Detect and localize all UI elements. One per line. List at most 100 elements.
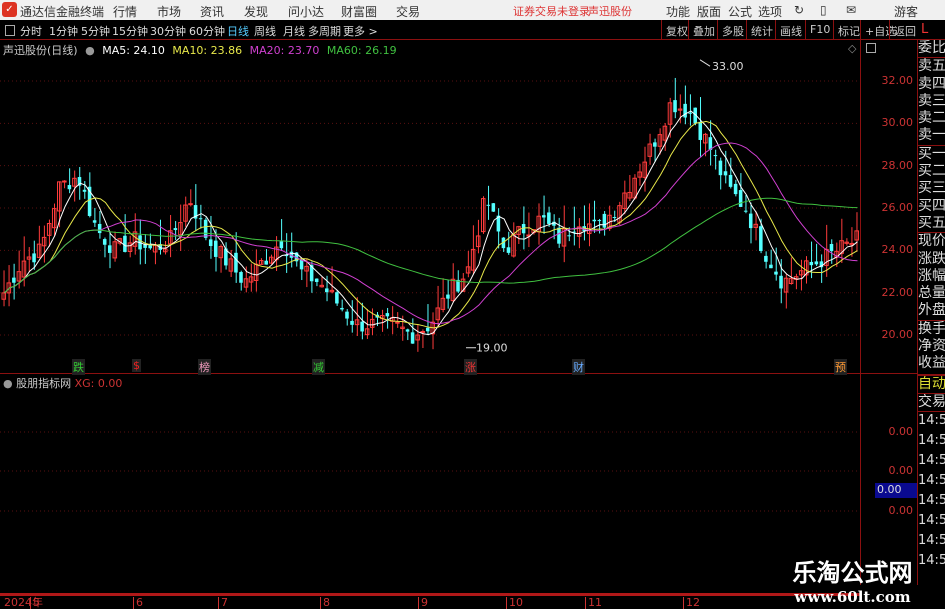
time-scrollbar[interactable] — [0, 593, 860, 596]
quote-label: 卖二 — [918, 110, 945, 127]
toolbar-button[interactable]: 统计 — [746, 20, 777, 40]
toolbar-button[interactable]: F10 — [805, 20, 834, 40]
menu-item[interactable]: 问小达 — [288, 3, 324, 20]
corner-label: L — [921, 22, 929, 37]
quote-label: 买三 — [918, 180, 945, 197]
period-tab[interactable]: 分时 — [20, 23, 42, 39]
low-price-label: 19.00 — [476, 342, 508, 355]
signal-tag: 减 — [312, 359, 325, 375]
period-tab[interactable]: 月线 — [283, 23, 305, 39]
trade-time: 14:56 — [918, 453, 945, 469]
period-tab[interactable]: 30分钟 — [150, 23, 186, 39]
quote-label: 现价 — [918, 233, 945, 250]
toolbar-button[interactable]: 多股 — [717, 20, 748, 40]
refresh-icon[interactable]: ↻ — [794, 3, 804, 17]
candle-body — [405, 329, 410, 332]
candle-body — [32, 253, 36, 263]
menu-item[interactable]: 市场 — [157, 3, 181, 20]
candle-body — [547, 212, 551, 224]
panel-toggle-icon[interactable] — [5, 25, 15, 36]
candle-body — [92, 220, 97, 223]
candle-body — [279, 241, 284, 249]
signal-tag: 跌 — [72, 359, 85, 375]
quote-label: 卖四 — [918, 75, 945, 92]
candle-body — [769, 264, 773, 269]
user-name[interactable]: 游客 — [894, 3, 918, 20]
menu-item[interactable]: 公式 — [728, 3, 752, 20]
date-tick: 9 — [418, 597, 428, 609]
candle-body — [299, 259, 304, 270]
quote-label: 总量 — [918, 285, 945, 302]
candle-body — [314, 278, 319, 282]
sub-tick: 0.00 — [888, 464, 914, 477]
current-value-marker: 0.00 — [875, 483, 917, 498]
sub-tick: 0.00 — [888, 504, 914, 517]
menu-item[interactable]: 资讯 — [200, 3, 224, 20]
login-status[interactable]: 证券交易未登录 — [513, 3, 590, 19]
date-tick: 8 — [320, 597, 330, 609]
period-tab[interactable]: 15分钟 — [112, 23, 148, 39]
menu-item[interactable]: 功能 — [666, 3, 690, 20]
quote-label: 买四 — [918, 197, 945, 214]
toolbar-button[interactable]: 画线 — [775, 20, 806, 40]
candle-body — [12, 277, 16, 283]
signal-tag: 预 — [834, 359, 847, 375]
period-tab[interactable]: 多周期 — [308, 23, 341, 39]
collapse-icon[interactable]: ● — [3, 377, 13, 390]
period-tab[interactable]: 60分钟 — [189, 23, 225, 39]
candle-body — [395, 321, 400, 324]
candle-body — [733, 183, 738, 195]
quote-label: 买一 — [918, 145, 945, 162]
ma-line — [4, 197, 858, 294]
candle-body — [728, 174, 733, 187]
date-tick: 5 — [30, 597, 40, 609]
candle-body — [213, 240, 218, 257]
toolbar-button[interactable]: 叠加 — [688, 20, 719, 40]
signal-tag: 榜 — [198, 359, 211, 375]
candle-body — [713, 155, 718, 157]
period-tab[interactable]: 1分钟 — [49, 23, 78, 39]
signal-tag: 涨 — [464, 359, 477, 375]
candle-body — [809, 261, 814, 266]
high-price-label: 33.00 — [712, 60, 744, 73]
candle-body — [612, 217, 617, 219]
candle-body — [723, 171, 728, 176]
menu-item[interactable]: 行情 — [113, 3, 137, 20]
menu-item[interactable]: 财富圈 — [341, 3, 377, 20]
phone-icon[interactable]: ▯ — [820, 3, 827, 17]
auto-label[interactable]: 自动 — [918, 373, 945, 393]
candle-body — [350, 320, 354, 325]
quote-label: 卖一 — [918, 127, 945, 144]
trade-time: 14:56 — [918, 533, 945, 549]
menu-item[interactable]: 交易 — [396, 3, 420, 20]
quote-label: 委比 — [918, 40, 945, 56]
price-tick: 26.00 — [881, 201, 914, 215]
candle-body — [597, 220, 602, 222]
toolbar-button[interactable]: 返回 — [889, 20, 920, 40]
candle-body — [67, 185, 72, 190]
candle-body — [592, 219, 597, 222]
candle-body — [345, 311, 349, 319]
price-tick: 32.00 — [881, 74, 914, 87]
period-tab[interactable]: 周线 — [254, 23, 276, 39]
candle-body — [360, 321, 364, 332]
period-tab[interactable]: 5分钟 — [81, 23, 110, 39]
candle-body — [567, 235, 571, 237]
date-tick: 6 — [133, 597, 143, 609]
period-tab[interactable]: 更多 > — [343, 23, 378, 39]
quote-label: 外盘 — [918, 302, 945, 319]
sub-tick: 0.00 — [888, 425, 914, 438]
sub-title: 股朋指标网 — [16, 377, 72, 390]
candlestick-chart[interactable]: 33.00 19.00 — [0, 40, 860, 585]
candle-body — [234, 252, 238, 273]
menu-item[interactable]: 发现 — [244, 3, 268, 20]
quote-label: 买二 — [918, 163, 945, 180]
candle-body — [420, 330, 425, 333]
period-tab[interactable]: 日线 — [227, 23, 249, 39]
mail-icon[interactable]: ✉ — [846, 3, 856, 17]
quote-panel: 委比 卖五 卖四 卖三 卖二 卖一 买一 买二 买三 买四 买五 现价 涨跌 涨幅 总量 外盘 换手 净资 收益 自动… — [917, 40, 945, 585]
sub-legend: ● 股朋指标网 XG: 0.00 — [3, 375, 122, 391]
menu-item[interactable]: 选项 — [758, 3, 782, 20]
signal-tag: 财 — [572, 359, 585, 375]
menu-item[interactable]: 版面 — [697, 3, 721, 20]
